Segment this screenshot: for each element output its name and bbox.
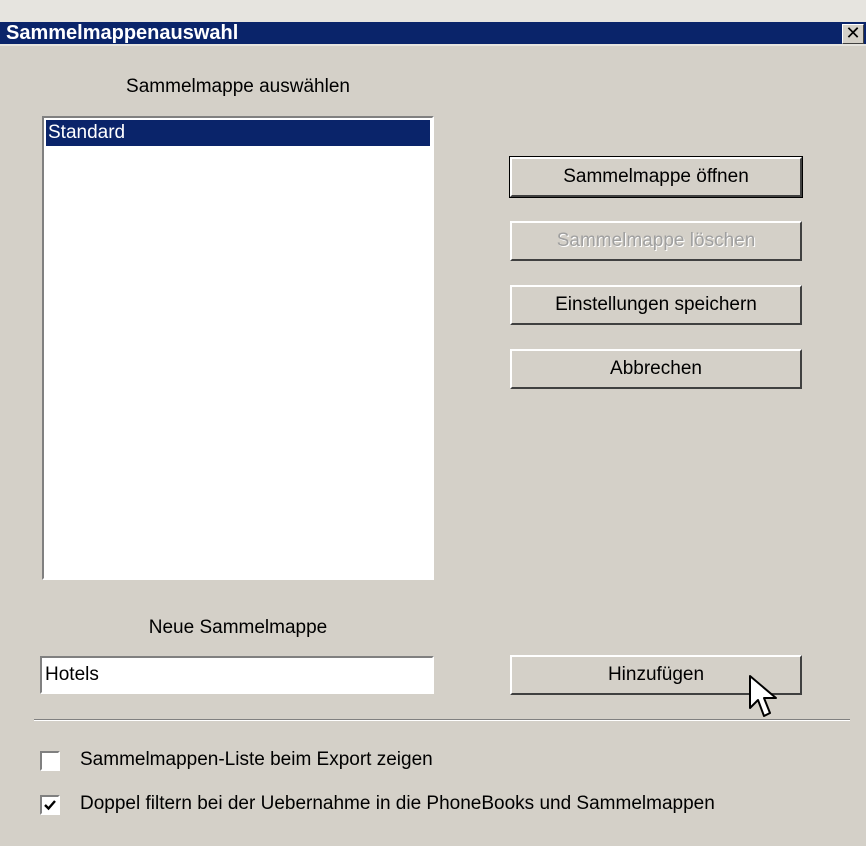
title-bar: Sammelmappenauswahl ✕ (0, 0, 866, 46)
separator-highlight (34, 720, 850, 721)
list-label: Sammelmappe auswählen (126, 76, 350, 97)
window-title: Sammelmappenauswahl (6, 22, 239, 44)
close-icon: ✕ (845, 23, 861, 43)
list-item[interactable]: Standard (46, 120, 430, 146)
collection-listbox[interactable]: Standard (42, 116, 434, 580)
new-collection-input[interactable]: Hotels (40, 656, 434, 694)
close-button[interactable]: ✕ (842, 24, 864, 44)
show-list-checkbox[interactable] (40, 751, 60, 771)
delete-collection-button[interactable]: Sammelmappe löschen (510, 221, 802, 261)
filter-duplicates-checkbox[interactable] (40, 795, 60, 815)
check-icon (44, 800, 56, 811)
open-collection-button[interactable]: Sammelmappe öffnen (509, 156, 803, 198)
filter-duplicates-label: Doppel filtern bei der Uebernahme in die… (80, 793, 715, 814)
mouse-cursor-icon (749, 675, 777, 717)
cancel-button[interactable]: Abbrechen (510, 349, 802, 389)
save-settings-button[interactable]: Einstellungen speichern (510, 285, 802, 325)
show-list-label: Sammelmappen-Liste beim Export zeigen (80, 749, 433, 770)
new-collection-label: Neue Sammelmappe (148, 617, 328, 638)
